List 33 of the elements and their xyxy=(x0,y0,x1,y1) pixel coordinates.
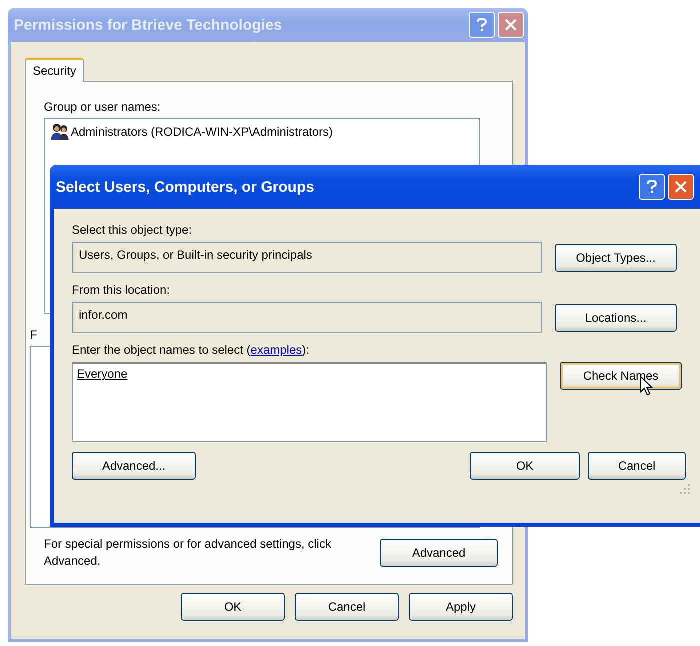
location-field: infor.com xyxy=(72,302,542,333)
object-type-label: Select this object type: xyxy=(72,223,194,237)
object-name: Everyone xyxy=(77,367,128,381)
object-names-field[interactable]: Everyone xyxy=(72,362,547,442)
tab[interactable]: Security xyxy=(25,58,84,82)
help-icon xyxy=(646,180,658,194)
locations-button[interactable]: Locations... xyxy=(555,304,677,332)
close-icon xyxy=(675,181,687,193)
examples-link[interactable]: examples xyxy=(250,343,302,357)
resize-grip-icon xyxy=(680,484,690,494)
dialog-button[interactable]: Cancel xyxy=(295,593,399,621)
window-title: Select Users, Computers, or Groups xyxy=(56,178,314,196)
check-names-button[interactable]: Check Names xyxy=(560,362,682,390)
users-icon xyxy=(51,123,69,140)
dialog-button[interactable]: Apply xyxy=(409,593,513,621)
advanced-note: For special permissions or for advanced settings, click Advanced. xyxy=(44,536,332,570)
dialog-button[interactable]: Cancel xyxy=(588,452,686,480)
help-button[interactable] xyxy=(639,174,665,200)
permissions-label: F xyxy=(30,328,38,342)
close-button[interactable] xyxy=(668,174,694,200)
close-icon xyxy=(505,19,517,31)
group-label: Group or user names: xyxy=(44,100,162,114)
help-icon xyxy=(476,18,488,32)
object-names-label: Enter the object names to select (examples): xyxy=(72,343,310,357)
advanced-button[interactable]: Advanced xyxy=(380,539,498,567)
location-label: From this location: xyxy=(72,283,172,297)
advanced-button[interactable]: Advanced... xyxy=(72,452,196,480)
object-types-button[interactable]: Object Types... xyxy=(555,244,677,272)
object-type-field: Users, Groups, or Built-in security principals xyxy=(72,242,542,273)
dialog-button[interactable]: OK xyxy=(470,452,580,480)
window-title: Permissions for Btrieve Technologies xyxy=(14,16,282,34)
dialog-button[interactable]: OK xyxy=(181,593,285,621)
user-name[interactable]: Administrators (RODICA-WIN-XP\Administrators) xyxy=(71,124,334,138)
